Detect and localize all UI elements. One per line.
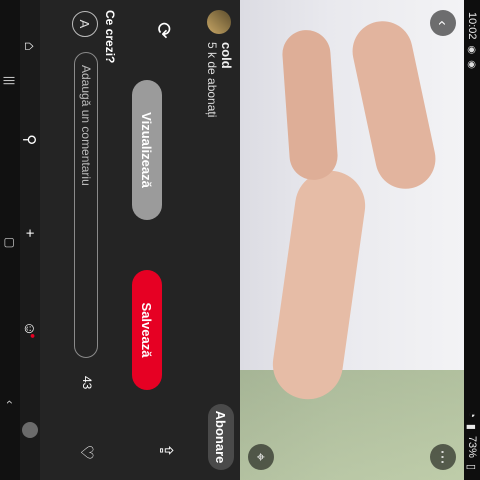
comments-prompt: Ce crezi? <box>103 10 117 64</box>
author-name: cold <box>219 42 234 69</box>
pin-image[interactable]: ‹ ⋯ ⌖ <box>240 0 464 480</box>
hand-shape <box>280 28 340 182</box>
status-bar: 10:02 ◉ ◉ ◔ ▮ 73% ▯ <box>464 0 480 480</box>
unread-dot: ● <box>28 333 39 339</box>
search-icon[interactable]: ⚲ <box>21 134 39 145</box>
view-button[interactable]: Vizualizează <box>132 80 162 220</box>
wifi-icon: ◔ <box>466 411 478 418</box>
recents-button[interactable]: ||| <box>3 76 17 85</box>
battery-icon: ▯ <box>465 463 478 470</box>
back-nav-button[interactable]: ‹ <box>3 400 17 404</box>
comment-input[interactable]: Adaugă un comentariu <box>74 52 98 358</box>
battery-level: 73% <box>466 435 478 458</box>
save-button[interactable]: Salvează <box>132 270 162 390</box>
chat-icon[interactable]: ☺● <box>22 321 39 339</box>
system-nav-bar: ||| ▢ ‹ <box>0 0 20 480</box>
status-right: ◔ ▮ 73% ▯ <box>466 411 479 470</box>
visual-search-button[interactable]: ⌖ <box>248 444 274 470</box>
heart-icon[interactable]: ♡ <box>76 445 96 460</box>
share-icon[interactable]: ⇪ <box>155 443 176 458</box>
add-icon[interactable]: + <box>22 229 39 238</box>
like-count: 43 <box>80 376 94 390</box>
author-profile[interactable]: cold 5 k de abonați <box>205 10 234 117</box>
author-followers: 5 k de abonați <box>205 42 219 118</box>
hand-shape <box>268 166 370 404</box>
profile-tab[interactable] <box>22 422 38 439</box>
pin-icon[interactable]: ⟳ <box>151 22 176 39</box>
status-time: 10:02 <box>466 12 478 40</box>
signal-icon: ▮ <box>465 423 478 430</box>
notification-icon: ◉ <box>466 45 478 55</box>
pin-details-panel: cold 5 k de abonați Abonare ⟳ ⇪ Vizualiz… <box>40 0 240 480</box>
author-info: cold 5 k de abonați <box>205 42 234 117</box>
hand-shape <box>346 15 442 195</box>
follow-button[interactable]: Abonare <box>208 404 234 470</box>
more-button[interactable]: ⋯ <box>430 444 456 470</box>
app-screen: 10:02 ◉ ◉ ◔ ▮ 73% ▯ ‹ ⋯ ⌖ cold 5 k de ab… <box>0 0 480 480</box>
more-icon: ⋯ <box>434 449 451 465</box>
notification-icon: ◉ <box>466 60 478 69</box>
background-grass <box>240 370 464 480</box>
bottom-tab-bar: ⌂ ⚲ + ☺● <box>20 0 40 480</box>
user-avatar: A <box>72 11 98 37</box>
screen-stage: 10:02 ◉ ◉ ◔ ▮ 73% ▯ ‹ ⋯ ⌖ cold 5 k de ab… <box>0 0 480 480</box>
home-button[interactable]: ▢ <box>3 237 17 248</box>
avatar[interactable] <box>207 10 232 34</box>
back-icon: ‹ <box>434 20 452 26</box>
lens-icon: ⌖ <box>252 452 270 462</box>
home-icon[interactable]: ⌂ <box>22 42 39 51</box>
back-button[interactable]: ‹ <box>430 10 456 36</box>
